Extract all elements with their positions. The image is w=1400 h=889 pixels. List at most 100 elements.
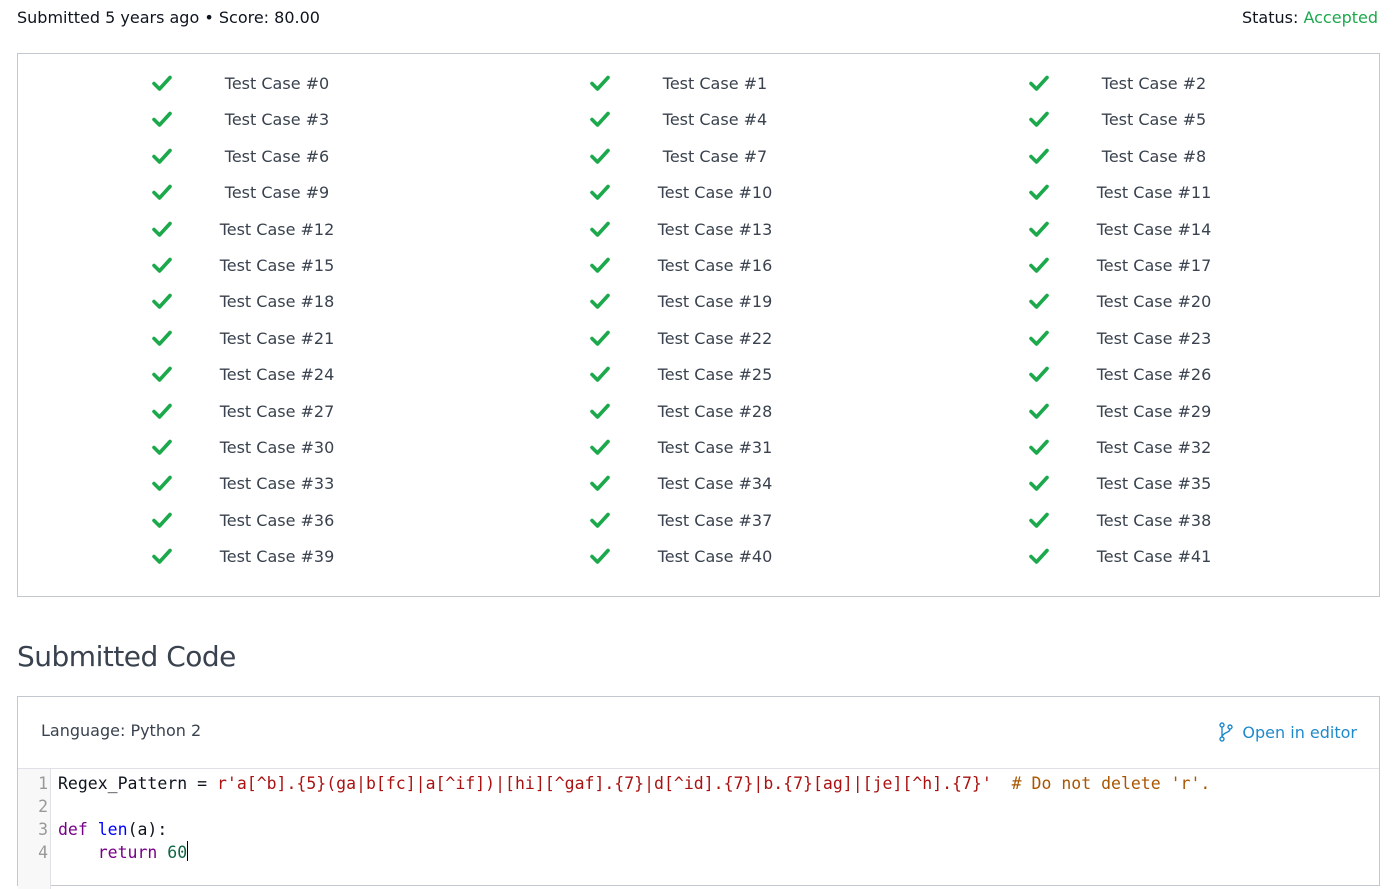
line-number: 4 [38, 843, 48, 862]
branch-icon [1219, 722, 1234, 742]
test-case-item: Test Case #1 [590, 66, 890, 102]
check-icon [590, 75, 610, 91]
test-case-label: Test Case #28 [657, 401, 773, 421]
test-case-label: Test Case #39 [219, 547, 335, 567]
code-token: # Do not delete 'r'. [1011, 774, 1211, 793]
test-case-item: Test Case #26 [1029, 357, 1329, 393]
test-case-label: Test Case #14 [1096, 219, 1212, 239]
line-number: 2 [38, 797, 48, 816]
test-case-item: Test Case #2 [1029, 66, 1329, 102]
code-panel-header: Language: Python 2 Open in editor [18, 697, 1379, 769]
check-icon [1029, 148, 1049, 164]
test-case-label: Test Case #37 [657, 510, 773, 530]
open-in-editor-link[interactable]: Open in editor [1218, 722, 1357, 742]
test-case-item: Test Case #36 [152, 503, 452, 539]
test-case-item: Test Case #3 [152, 102, 452, 138]
test-case-item: Test Case #16 [590, 248, 890, 284]
test-case-label: Test Case #2 [1101, 74, 1207, 93]
check-icon [1029, 112, 1049, 128]
language-label: Language: Python 2 [41, 721, 202, 740]
test-case-item: Test Case #41 [1029, 539, 1329, 575]
check-icon [1029, 403, 1049, 419]
check-icon [1029, 439, 1049, 455]
code-token: len [97, 820, 128, 839]
check-icon [152, 330, 172, 346]
test-case-label: Test Case #11 [1096, 183, 1212, 203]
check-icon [590, 294, 610, 310]
test-case-label: Test Case #1 [662, 74, 768, 93]
check-icon [1029, 221, 1049, 237]
test-case-item: Test Case #19 [590, 284, 890, 320]
test-case-item: Test Case #4 [590, 102, 890, 138]
test-case-label: Test Case #26 [1096, 365, 1212, 385]
check-icon [1029, 330, 1049, 346]
test-case-label: Test Case #40 [657, 547, 773, 567]
test-case-item: Test Case #17 [1029, 248, 1329, 284]
code-token: def [58, 820, 88, 839]
test-case-item: Test Case #24 [152, 357, 452, 393]
status-value: Accepted [1303, 8, 1378, 27]
check-icon [1029, 184, 1049, 200]
check-icon [152, 184, 172, 200]
test-case-label: Test Case #32 [1096, 438, 1212, 457]
check-icon [152, 548, 172, 564]
test-case-label: Test Case #41 [1096, 547, 1212, 567]
test-case-label: Test Case #18 [219, 292, 335, 312]
check-icon [590, 366, 610, 382]
check-icon [590, 330, 610, 346]
code-token: 60 [167, 843, 188, 862]
check-icon [152, 512, 172, 528]
check-icon [590, 221, 610, 237]
line-number: 1 [38, 774, 48, 793]
test-case-item: Test Case #37 [590, 503, 890, 539]
test-case-label: Test Case #4 [662, 110, 768, 130]
code-line: 2 [18, 795, 1379, 818]
test-case-item: Test Case #20 [1029, 284, 1329, 320]
test-case-item: Test Case #25 [590, 357, 890, 393]
test-case-label: Test Case #23 [1096, 328, 1212, 348]
test-case-item: Test Case #29 [1029, 394, 1329, 430]
code-line: 3 def len(a): [18, 818, 1379, 841]
test-case-item: Test Case #10 [590, 175, 890, 211]
check-icon [152, 366, 172, 382]
code-panel: Language: Python 2 Open in editor 1 Regex… [17, 696, 1380, 889]
status-label: Status: [1242, 8, 1304, 27]
test-case-item: Test Case #21 [152, 321, 452, 357]
open-in-editor-label: Open in editor [1242, 722, 1357, 742]
test-case-item: Test Case #15 [152, 248, 452, 284]
check-icon [590, 548, 610, 564]
submission-header: Submitted 5 years ago • Score: 80.00 Sta… [17, 6, 1378, 32]
test-case-label: Test Case #24 [219, 365, 335, 385]
test-case-item: Test Case #40 [590, 539, 890, 575]
test-case-label: Test Case #9 [224, 183, 330, 203]
check-icon [152, 221, 172, 237]
test-case-label: Test Case #20 [1096, 292, 1212, 312]
check-icon [152, 257, 172, 273]
test-case-item: Test Case #31 [590, 430, 890, 466]
check-icon [1029, 75, 1049, 91]
check-icon [590, 148, 610, 164]
text-cursor [187, 841, 189, 861]
test-case-label: Test Case #8 [1101, 146, 1207, 166]
code-text: Regex_Pattern = r'a[^b].{5}(ga|b[fc]|a[^… [58, 772, 1210, 795]
check-icon [152, 112, 172, 128]
check-icon [152, 403, 172, 419]
test-case-item: Test Case #30 [152, 430, 452, 466]
test-case-label: Test Case #38 [1096, 510, 1212, 530]
check-icon [590, 184, 610, 200]
test-case-item: Test Case #12 [152, 212, 452, 248]
test-case-item: Test Case #28 [590, 394, 890, 430]
check-icon [152, 294, 172, 310]
check-icon [1029, 512, 1049, 528]
test-case-item: Test Case #8 [1029, 139, 1329, 175]
test-case-item: Test Case #5 [1029, 102, 1329, 138]
test-case-item: Test Case #27 [152, 394, 452, 430]
submission-status: Status: Accepted [1242, 6, 1378, 30]
test-case-label: Test Case #12 [219, 219, 335, 239]
test-case-label: Test Case #31 [657, 438, 773, 457]
check-icon [590, 112, 610, 128]
check-icon [590, 439, 610, 455]
